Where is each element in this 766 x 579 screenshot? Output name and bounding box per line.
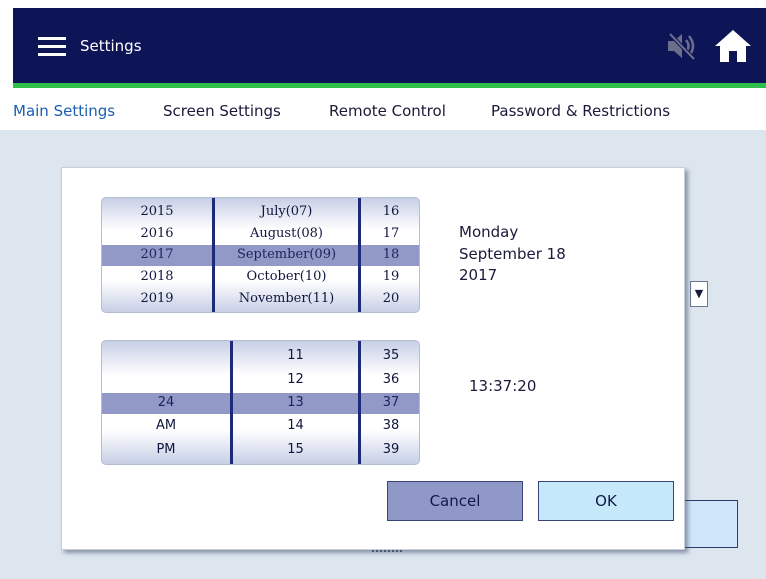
background-button[interactable]: [683, 500, 738, 548]
year-option[interactable]: 2018: [140, 269, 173, 284]
minute-option[interactable]: 39: [383, 442, 400, 457]
day-option[interactable]: 17: [383, 226, 400, 241]
minute-column[interactable]: 35 36 37 38 39: [361, 341, 419, 464]
day-option-selected[interactable]: 18: [383, 247, 400, 262]
tab-main-settings[interactable]: Main Settings: [13, 102, 115, 120]
month-option[interactable]: August(08): [250, 226, 323, 241]
date-picker[interactable]: 2015 2016 2017 2018 2019 July(07) August…: [101, 197, 420, 313]
mode-option: [164, 348, 168, 363]
day-option[interactable]: 20: [383, 291, 400, 306]
mode-option[interactable]: AM: [156, 418, 176, 433]
app-title: Settings: [80, 37, 142, 55]
mode-option-selected[interactable]: 24: [158, 395, 175, 410]
selected-date: September 18: [459, 245, 566, 263]
hamburger-menu-icon[interactable]: [38, 35, 66, 57]
year-option[interactable]: 2019: [140, 291, 173, 306]
title-bar: Settings: [13, 8, 766, 83]
hour-option[interactable]: 15: [287, 442, 304, 457]
selected-day-name: Monday: [459, 223, 519, 241]
tab-bar: Main Settings Screen Settings Remote Con…: [0, 88, 766, 130]
year-option[interactable]: 2016: [140, 226, 173, 241]
year-option-selected[interactable]: 2017: [140, 247, 173, 262]
hour-column[interactable]: 11 12 13 14 15: [233, 341, 358, 464]
clock-mode-column[interactable]: 24 AM PM: [102, 341, 230, 464]
day-option[interactable]: 16: [383, 204, 400, 219]
hour-option-selected[interactable]: 13: [287, 395, 304, 410]
ok-button[interactable]: OK: [538, 481, 674, 521]
selected-year: 2017: [459, 266, 498, 284]
minute-option[interactable]: 38: [383, 418, 400, 433]
mode-option[interactable]: PM: [156, 442, 175, 457]
minute-option[interactable]: 35: [383, 348, 400, 363]
hour-option[interactable]: 12: [287, 372, 304, 387]
year-column[interactable]: 2015 2016 2017 2018 2019: [102, 198, 212, 312]
tab-screen-settings[interactable]: Screen Settings: [163, 102, 281, 120]
year-option[interactable]: 2015: [140, 204, 173, 219]
minute-option-selected[interactable]: 37: [383, 395, 400, 410]
time-picker[interactable]: 24 AM PM 11 12 13 14 15 35 36 37 38 39: [101, 340, 420, 465]
month-option[interactable]: July(07): [261, 204, 313, 219]
month-option-selected[interactable]: September(09): [237, 247, 336, 262]
home-icon[interactable]: [713, 28, 753, 64]
selected-time: 13:37:20: [469, 377, 537, 395]
hour-option[interactable]: 11: [287, 348, 304, 363]
month-option[interactable]: November(11): [239, 291, 334, 306]
tab-password-restrictions[interactable]: Password & Restrictions: [491, 102, 670, 120]
tab-remote-control[interactable]: Remote Control: [329, 102, 446, 120]
speaker-muted-icon[interactable]: [664, 30, 698, 62]
hour-option[interactable]: 14: [287, 418, 304, 433]
day-column[interactable]: 16 17 18 19 20: [361, 198, 419, 312]
day-option[interactable]: 19: [383, 269, 400, 284]
cancel-button[interactable]: Cancel: [387, 481, 523, 521]
minute-option[interactable]: 36: [383, 372, 400, 387]
month-column[interactable]: July(07) August(08) September(09) Octobe…: [215, 198, 358, 312]
mode-option: [164, 372, 168, 387]
date-time-dialog: 2015 2016 2017 2018 2019 July(07) August…: [61, 167, 685, 550]
month-option[interactable]: October(10): [247, 269, 327, 284]
background-divider: [372, 550, 402, 554]
dropdown-arrow-icon[interactable]: ▼: [690, 281, 708, 307]
